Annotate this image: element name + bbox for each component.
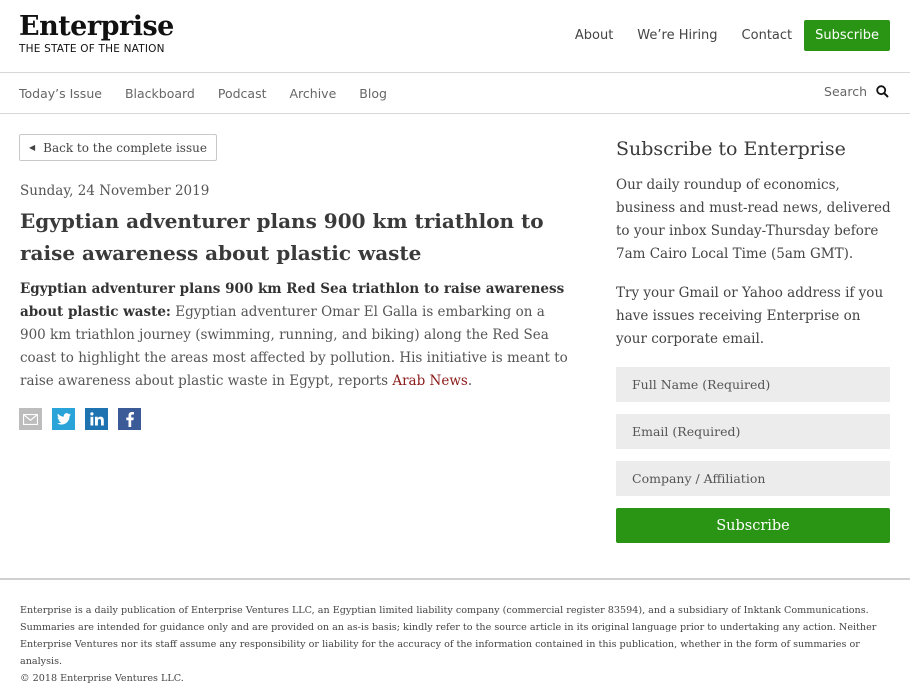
share-bar xyxy=(19,408,151,430)
sidebar-subscribe-button[interactable]: Subscribe xyxy=(616,508,890,543)
tab-archive[interactable]: Archive xyxy=(289,86,336,101)
footer-disclaimer-text: Enterprise is a daily publication of Ent… xyxy=(20,605,877,667)
twitter-icon[interactable] xyxy=(52,408,75,430)
sidebar-description: Our daily roundup of economics, business… xyxy=(616,177,891,262)
search-button[interactable]: Search xyxy=(824,84,889,99)
top-nav: About We’re Hiring Contact Subscribe xyxy=(551,20,890,51)
caret-left-icon: ◀ xyxy=(29,143,36,152)
tab-blackboard[interactable]: Blackboard xyxy=(125,86,195,101)
footer-copyright: © 2018 Enterprise Ventures LLC. xyxy=(20,673,184,684)
back-label: Back to the complete issue xyxy=(43,140,207,155)
tab-blog[interactable]: Blog xyxy=(359,86,387,101)
site-logo[interactable]: Enterprise THE STATE OF THE NATION xyxy=(19,11,174,56)
mail-icon[interactable] xyxy=(19,408,42,430)
sidebar-note: Try your Gmail or Yahoo address if you h… xyxy=(616,285,884,347)
article-body-end: . xyxy=(467,373,473,389)
tab-podcast[interactable]: Podcast xyxy=(218,86,267,101)
site-header: Enterprise THE STATE OF THE NATION About… xyxy=(0,0,910,73)
article-date: Sunday, 24 November 2019 xyxy=(20,183,210,199)
article-headline: Egyptian adventurer plans 900 km triathl… xyxy=(20,209,544,265)
tab-todays-issue[interactable]: Today’s Issue xyxy=(19,86,102,101)
nav-hiring[interactable]: We’re Hiring xyxy=(637,28,717,43)
section-nav: Today’s Issue Blackboard Podcast Archive… xyxy=(0,73,910,114)
site-footer: Enterprise is a daily publication of Ent… xyxy=(0,578,910,684)
search-icon xyxy=(876,85,889,98)
logo-wordmark: Enterprise xyxy=(19,11,174,42)
nav-contact[interactable]: Contact xyxy=(742,28,793,43)
header-subscribe-button[interactable]: Subscribe xyxy=(804,20,890,51)
linkedin-icon[interactable] xyxy=(85,408,108,430)
sidebar-title: Subscribe to Enterprise xyxy=(616,138,846,160)
source-link[interactable]: Arab News xyxy=(392,373,467,389)
search-label: Search xyxy=(824,84,867,99)
email-field[interactable]: Email (Required) xyxy=(616,414,890,449)
company-field[interactable]: Company / Affiliation xyxy=(616,461,890,496)
full-name-field[interactable]: Full Name (Required) xyxy=(616,367,890,402)
nav-about[interactable]: About xyxy=(575,28,613,43)
facebook-icon[interactable] xyxy=(118,408,141,430)
article-body: Egyptian adventurer plans 900 km Red Sea… xyxy=(20,278,568,393)
logo-tagline: THE STATE OF THE NATION xyxy=(19,43,165,55)
footer-disclaimer: Enterprise is a daily publication of Ent… xyxy=(20,602,900,687)
back-to-issue-button[interactable]: ◀ Back to the complete issue xyxy=(19,134,217,161)
